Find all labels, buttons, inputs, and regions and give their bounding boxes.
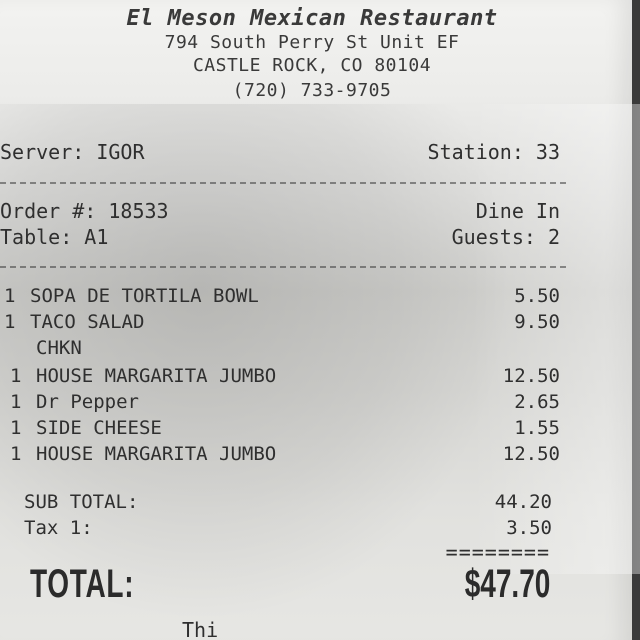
station-label: Station: 33 [427, 140, 560, 164]
footer-cut-text: Thi [182, 618, 219, 640]
photo-scene: El Meson Mexican Restaurant 794 South Pe… [0, 0, 640, 640]
guests-label: Guests: 2 [451, 225, 560, 249]
totals-rule: ======== [445, 540, 550, 564]
line-item-name: Dr Pepper [36, 391, 139, 413]
line-item-name: HOUSE MARGARITA JUMBO [36, 365, 277, 387]
restaurant-address-line-1: 794 South Perry St Unit EF [164, 32, 460, 53]
subtotal-label: SUB TOTAL: [24, 491, 139, 513]
receipt: El Meson Mexican Restaurant 794 South Pe… [0, 0, 640, 640]
line-item-qty: 1 [10, 417, 22, 439]
divider-2 [0, 266, 566, 268]
restaurant-phone: (720) 733-9705 [232, 80, 392, 101]
subtotal-value: 44.20 [494, 491, 552, 513]
line-item-price: 12.50 [502, 365, 560, 387]
line-item-name: HOUSE MARGARITA JUMBO [36, 443, 277, 465]
line-item-price: 1.55 [514, 417, 560, 439]
tax-value: 3.50 [506, 517, 552, 539]
modifier-name: CHKN [36, 337, 82, 359]
line-item-name: TACO SALAD [30, 311, 145, 333]
line-item-qty: 1 [10, 391, 22, 413]
restaurant-name: El Meson Mexican Restaurant [126, 6, 498, 31]
order-number-label: Order #: 18533 [0, 199, 169, 223]
line-item-qty: 1 [4, 285, 16, 307]
line-item-qty: 1 [10, 365, 22, 387]
line-item-price: 12.50 [502, 443, 560, 465]
line-item-qty: 1 [4, 311, 16, 333]
line-item-price: 5.50 [514, 285, 560, 307]
tax-label: Tax 1: [24, 517, 93, 539]
total-label: TOTAL: [30, 562, 135, 606]
server-label: Server: IGOR [0, 140, 145, 164]
table-label: Table: A1 [0, 225, 109, 249]
line-item-price: 2.65 [514, 391, 560, 413]
restaurant-address-line-2: CASTLE ROCK, CO 80104 [192, 55, 432, 76]
divider-1 [0, 182, 566, 184]
service-type: Dine In [475, 199, 560, 223]
line-item-name: SOPA DE TORTILA BOWL [30, 285, 259, 307]
line-item-qty: 1 [10, 443, 22, 465]
line-item-name: SIDE CHEESE [36, 417, 162, 439]
receipt-header: El Meson Mexican Restaurant 794 South Pe… [0, 6, 632, 104]
total-value: $47.70 [464, 562, 550, 606]
line-item-price: 9.50 [514, 311, 560, 333]
